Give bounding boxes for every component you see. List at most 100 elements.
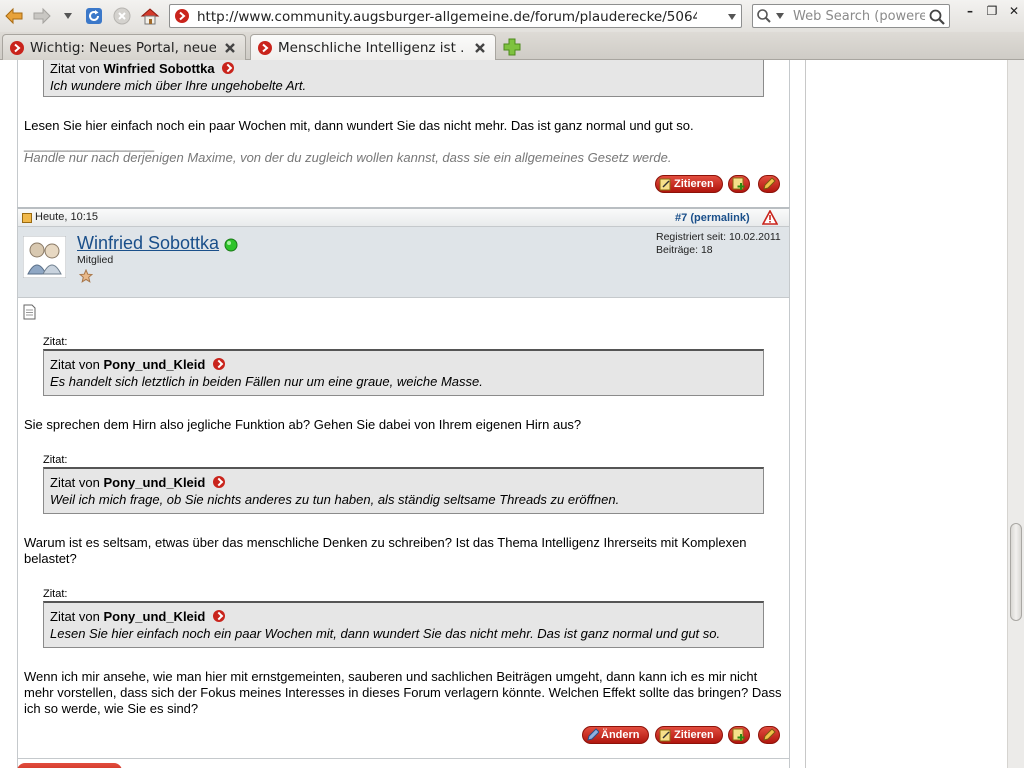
- avatar[interactable]: [23, 236, 66, 278]
- quick-reply-button[interactable]: [758, 175, 780, 193]
- history-dropdown[interactable]: [58, 6, 78, 26]
- quote-author: Winfried Sobottka: [103, 61, 215, 76]
- edit-button[interactable]: Ändern: [582, 726, 649, 744]
- view-post-arrow-icon[interactable]: [222, 62, 235, 74]
- post-status-icon: [22, 213, 32, 223]
- online-status-icon: [224, 238, 238, 252]
- quote-text: Es handelt sich letztlich in beiden Fäll…: [50, 374, 483, 389]
- quote-text: Lesen Sie hier einfach noch ein paar Woc…: [50, 626, 721, 641]
- zitat-label: Zitat:: [43, 454, 68, 466]
- site-favicon-icon: [258, 41, 272, 55]
- vertical-scrollbar[interactable]: [1007, 60, 1024, 768]
- view-post-arrow-icon[interactable]: [212, 476, 225, 488]
- quote-box: Zitat von Pony_und_Kleid Weil ich mich f…: [43, 467, 764, 514]
- rank-star-icon: [79, 269, 93, 283]
- address-bar[interactable]: http://www.community.augsburger-allgemei…: [169, 4, 742, 28]
- tab-menschliche-intelligenz[interactable]: Menschliche Intelligenz ist ...: [250, 34, 496, 61]
- window-controls: – ❐ ✕: [958, 0, 1024, 24]
- home-icon: [140, 8, 160, 25]
- restore-icon[interactable]: ❐: [984, 3, 1000, 19]
- quote-button-label: Zitieren: [674, 729, 714, 741]
- home-button[interactable]: [140, 6, 160, 26]
- close-tab-icon[interactable]: [223, 41, 237, 55]
- add-quote-icon: [732, 177, 745, 190]
- view-post-arrow-icon[interactable]: [212, 358, 225, 370]
- stop-icon: [113, 7, 131, 25]
- minimize-icon[interactable]: –: [962, 3, 978, 19]
- username-link[interactable]: Winfried Sobottka: [77, 233, 219, 254]
- quote-button[interactable]: Zitieren: [655, 175, 723, 193]
- url-dropdown-icon[interactable]: [727, 13, 737, 21]
- post-number-link[interactable]: #7 (permalink): [675, 212, 750, 224]
- quote-pencil-icon: [659, 178, 671, 191]
- forward-button[interactable]: [32, 6, 52, 26]
- close-window-icon[interactable]: ✕: [1006, 3, 1022, 19]
- reload-button[interactable]: [84, 6, 104, 26]
- search-go-icon[interactable]: [928, 8, 946, 26]
- edit-pencil-icon: [587, 728, 599, 741]
- signature: Handle nur nach derjenigen Maxime, von d…: [24, 150, 672, 165]
- quote-box: Zitat von Pony_und_Kleid Lesen Sie hier …: [43, 601, 764, 648]
- quote-author: Pony_und_Kleid: [103, 357, 206, 372]
- post-body: Lesen Sie hier einfach noch ein paar Woc…: [24, 118, 694, 133]
- quote-text: Weil ich mich frage, ob Sie nichts ander…: [50, 492, 620, 507]
- page-viewport: Zitat von Winfried Sobottka Ich wundere …: [0, 60, 1007, 768]
- post-count: Beiträge: 18: [656, 244, 713, 256]
- stop-button[interactable]: [112, 6, 132, 26]
- quote-header: Zitat von Pony_und_Kleid: [50, 357, 225, 373]
- pencil-icon: [763, 177, 776, 190]
- quote-text: Ich wundere mich über Ihre ungehobelte A…: [50, 78, 307, 93]
- search-engine-selector[interactable]: [756, 8, 788, 24]
- zitat-label: Zitat:: [43, 588, 68, 600]
- reply-text: Warum ist es seltsam, etwas über das men…: [24, 535, 747, 566]
- url-text[interactable]: http://www.community.augsburger-allgemei…: [197, 8, 697, 26]
- reply-button[interactable]: [17, 763, 122, 768]
- quote-author: Pony_und_Kleid: [103, 475, 206, 490]
- post-header-bar: Heute, 10:15 #7 (permalink): [17, 207, 790, 227]
- quote-button-label: Zitieren: [674, 178, 714, 190]
- permalink[interactable]: (permalink): [690, 212, 749, 224]
- multi-quote-button[interactable]: [728, 726, 750, 744]
- reply-text: Sie sprechen dem Hirn also jegliche Funk…: [24, 417, 582, 432]
- search-bar[interactable]: Web Search (powered by Google): [752, 4, 950, 28]
- tab-bar: Wichtig: Neues Portal, neue Adresse Mens…: [0, 32, 1024, 61]
- zitat-label: Zitat:: [43, 336, 68, 348]
- user-rank: Mitglied: [77, 254, 114, 266]
- quote-button[interactable]: Zitieren: [655, 726, 723, 744]
- post-date: Heute, 10:15: [35, 211, 98, 223]
- view-post-arrow-icon[interactable]: [212, 610, 225, 622]
- quote-prefix: Zitat von: [50, 475, 100, 490]
- sidebar-divider: [805, 60, 806, 768]
- post-number[interactable]: #7: [675, 212, 687, 224]
- magnifier-icon: [757, 9, 771, 23]
- post-document-icon: [23, 304, 36, 320]
- reply-text: Wenn ich mir ansehe, wie man hier mit er…: [24, 669, 782, 716]
- dropdown-icon: [776, 13, 784, 19]
- quick-reply-button[interactable]: [758, 726, 780, 744]
- quote-box: Zitat von Winfried Sobottka Ich wundere …: [43, 60, 764, 97]
- report-warning-icon[interactable]: [762, 210, 778, 225]
- user-stats: Registriert seit: 10.02.2011 Beiträge: 1…: [656, 231, 781, 257]
- close-tab-icon[interactable]: [473, 41, 487, 55]
- back-arrow-icon: [5, 7, 23, 25]
- navigation-toolbar: http://www.community.augsburger-allgemei…: [0, 0, 1024, 32]
- quote-prefix: Zitat von: [50, 357, 100, 372]
- quote-header: Zitat von Pony_und_Kleid: [50, 609, 225, 625]
- quote-header: Zitat von Winfried Sobottka: [50, 61, 235, 77]
- site-favicon-icon: [175, 9, 189, 23]
- scrollbar-thumb[interactable]: [1010, 523, 1022, 621]
- site-favicon-icon: [10, 41, 24, 55]
- registration-date: Registriert seit: 10.02.2011: [656, 231, 781, 243]
- tab-label: Menschliche Intelligenz ist ...: [278, 40, 464, 56]
- new-tab-button[interactable]: [502, 37, 522, 57]
- dropdown-icon: [64, 13, 72, 19]
- tab-label: Wichtig: Neues Portal, neue Adresse: [30, 40, 216, 56]
- multi-quote-button[interactable]: [728, 175, 750, 193]
- pencil-icon: [763, 728, 776, 741]
- edit-button-label: Ändern: [601, 729, 640, 741]
- quote-author: Pony_und_Kleid: [103, 609, 206, 624]
- search-input[interactable]: Web Search (powered by Google): [793, 8, 925, 26]
- tab-wichtig[interactable]: Wichtig: Neues Portal, neue Adresse: [2, 34, 246, 60]
- back-button[interactable]: [4, 6, 24, 26]
- user-info-bar: Winfried Sobottka Mitglied Registriert s…: [17, 227, 790, 298]
